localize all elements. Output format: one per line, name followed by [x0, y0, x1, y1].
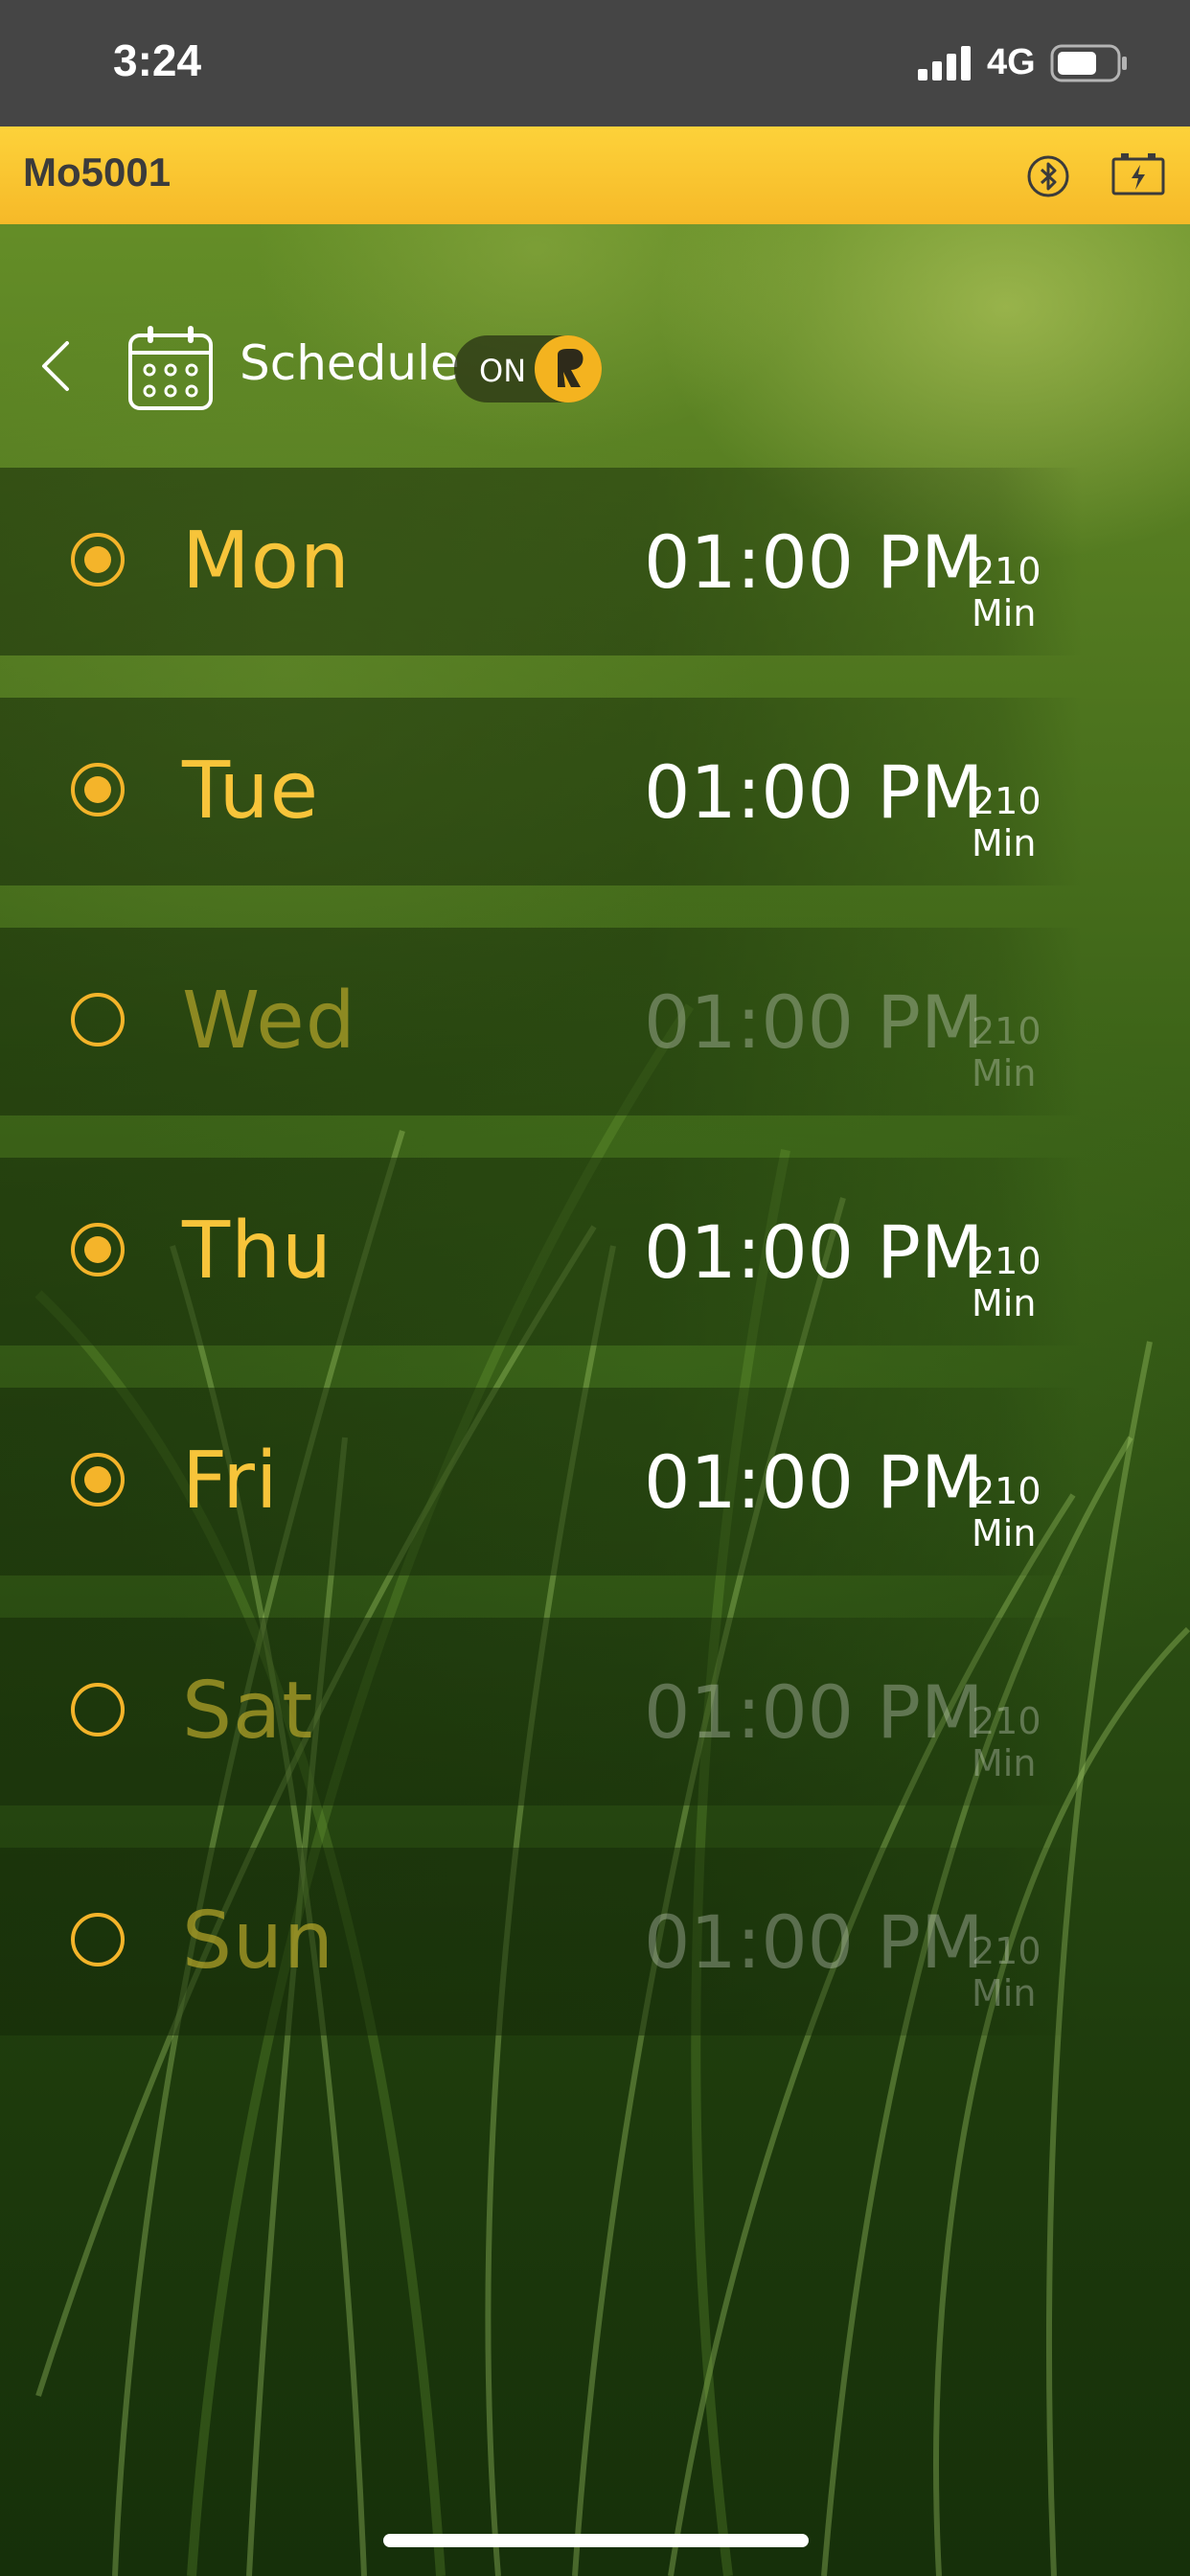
- radio-dot: [84, 1236, 111, 1263]
- radio-dot: [84, 1466, 111, 1493]
- status-time: 3:24: [113, 35, 202, 85]
- schedule-title: Schedule: [240, 335, 460, 391]
- schedule-row-fri[interactable]: Fri 01:00 PM 210 Min: [0, 1388, 1083, 1576]
- start-time[interactable]: 01:00 PM: [644, 749, 984, 835]
- day-label: Mon: [182, 516, 351, 607]
- schedule-row-wed[interactable]: Wed 01:00 PM 210 Min: [0, 928, 1083, 1116]
- start-time[interactable]: 01:00 PM: [644, 1899, 984, 1985]
- radio-fri[interactable]: [71, 1453, 125, 1506]
- start-time[interactable]: 01:00 PM: [644, 979, 984, 1065]
- status-bar: 3:24 4G: [0, 0, 1190, 126]
- duration: 210 Min: [972, 550, 1041, 634]
- calendar-icon: [126, 324, 215, 416]
- day-label: Fri: [182, 1436, 279, 1527]
- schedule-row-tue[interactable]: Tue 01:00 PM 210 Min: [0, 698, 1083, 886]
- app-header: Mo5001: [0, 126, 1190, 224]
- robot-mower-icon: [558, 349, 584, 387]
- radio-thu[interactable]: [71, 1223, 125, 1276]
- radio-dot: [84, 776, 111, 803]
- duration: 210 Min: [972, 1470, 1041, 1554]
- radio-wed[interactable]: [71, 993, 125, 1046]
- duration: 210 Min: [972, 780, 1041, 864]
- home-indicator[interactable]: [383, 2534, 809, 2547]
- battery-icon: [1050, 44, 1129, 86]
- duration: 210 Min: [972, 1240, 1041, 1324]
- radio-dot: [84, 546, 111, 573]
- schedule-row-mon[interactable]: Mon 01:00 PM 210 Min: [0, 468, 1083, 656]
- start-time[interactable]: 01:00 PM: [644, 1439, 984, 1525]
- radio-sat[interactable]: [71, 1683, 125, 1736]
- schedule-toggle[interactable]: ON: [454, 335, 602, 402]
- day-label: Sat: [182, 1666, 314, 1757]
- day-label: Tue: [182, 746, 320, 837]
- radio-mon[interactable]: [71, 533, 125, 586]
- toggle-label: ON: [479, 353, 527, 389]
- radio-sun[interactable]: [71, 1913, 125, 1966]
- start-time[interactable]: 01:00 PM: [644, 1209, 984, 1295]
- day-label: Wed: [182, 976, 356, 1067]
- duration: 210 Min: [972, 1930, 1041, 2014]
- network-label: 4G: [987, 42, 1036, 82]
- battery-charge-icon[interactable]: [1111, 151, 1165, 199]
- start-time[interactable]: 01:00 PM: [644, 1669, 984, 1755]
- toggle-knob: [535, 335, 602, 402]
- schedule-row-sun[interactable]: Sun 01:00 PM 210 Min: [0, 1848, 1083, 2036]
- radio-tue[interactable]: [71, 763, 125, 816]
- duration: 210 Min: [972, 1010, 1041, 1094]
- duration: 210 Min: [972, 1700, 1041, 1784]
- day-label: Sun: [182, 1896, 334, 1987]
- signal-icon: [918, 46, 973, 84]
- schedule-row-thu[interactable]: Thu 01:00 PM 210 Min: [0, 1158, 1083, 1346]
- day-label: Thu: [182, 1206, 333, 1297]
- back-chevron-icon[interactable]: [38, 339, 73, 397]
- bluetooth-icon[interactable]: [1025, 153, 1071, 203]
- start-time[interactable]: 01:00 PM: [644, 519, 984, 605]
- schedule-row-sat[interactable]: Sat 01:00 PM 210 Min: [0, 1618, 1083, 1806]
- device-name: Mo5001: [23, 150, 172, 195]
